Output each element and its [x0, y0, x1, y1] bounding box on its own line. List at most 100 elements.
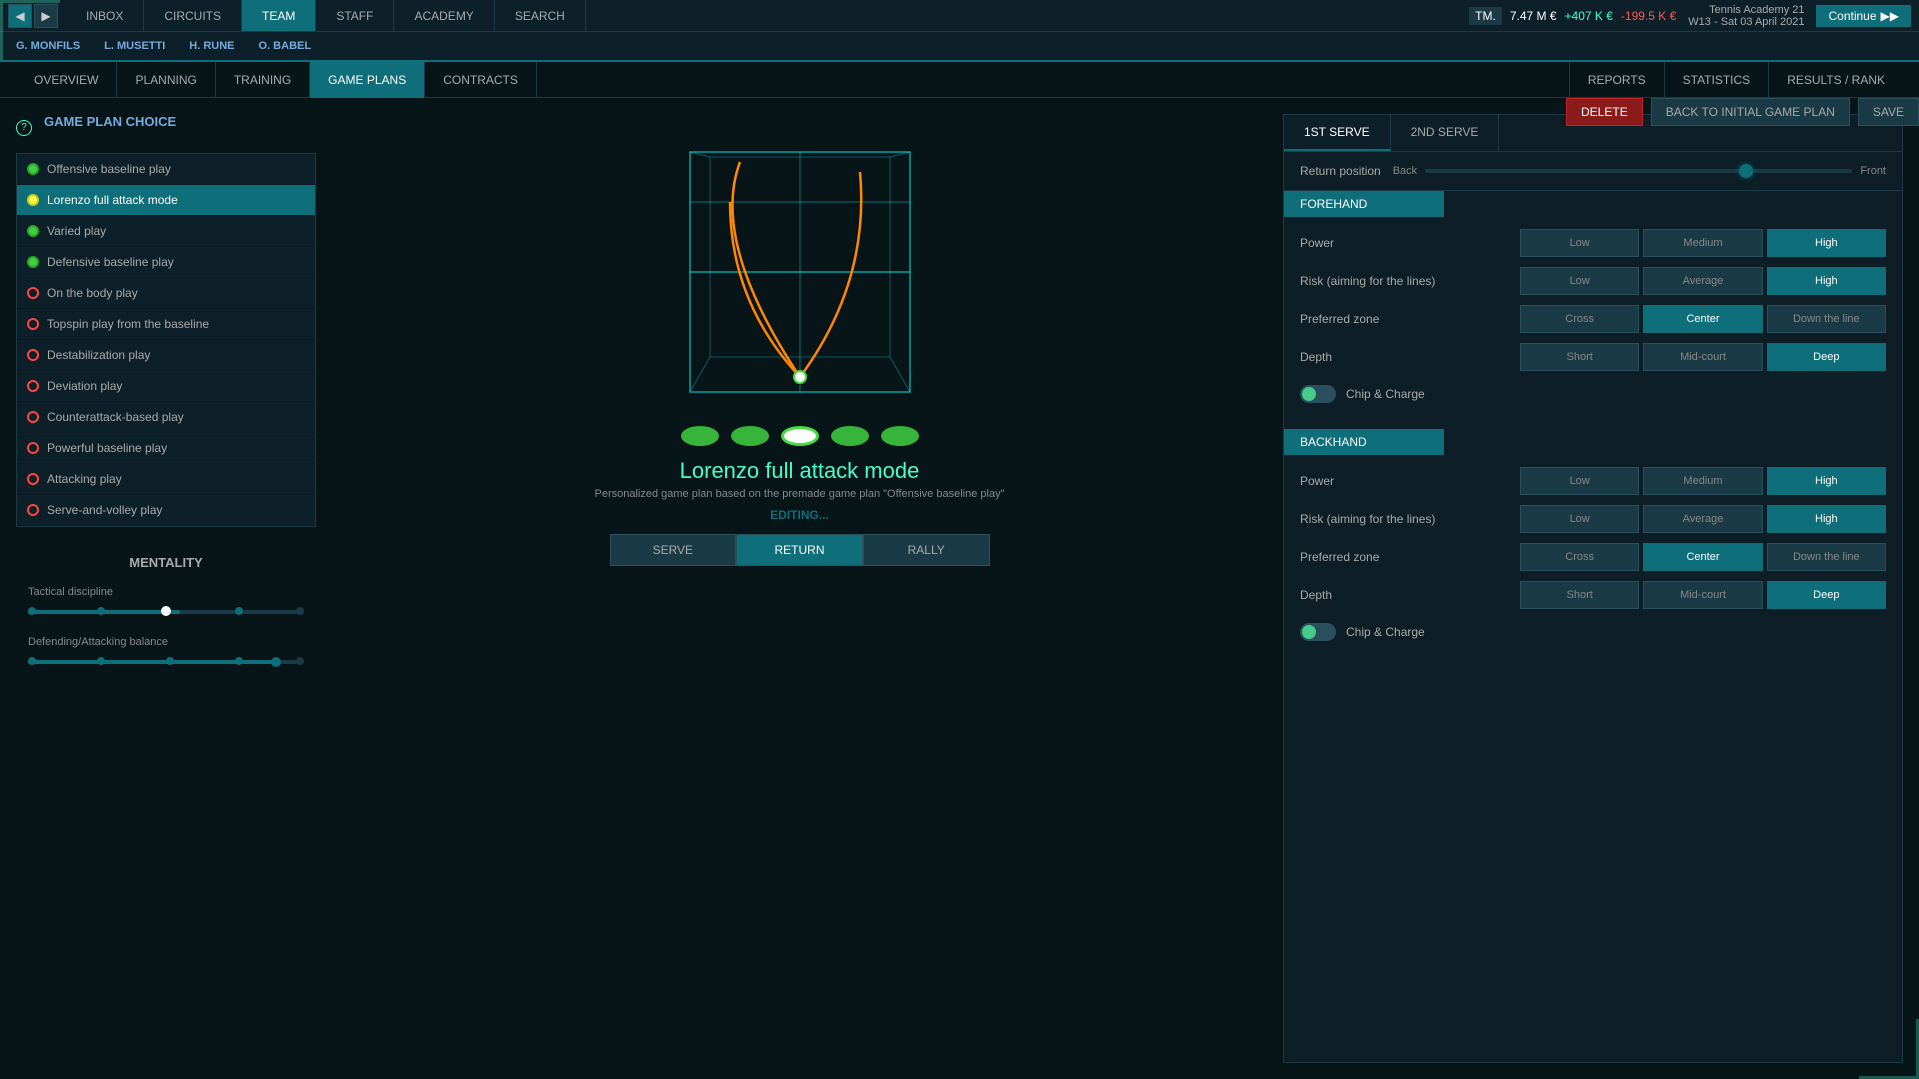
backhand-zone-cross[interactable]: Cross	[1520, 543, 1639, 571]
backhand-power-high[interactable]: High	[1767, 467, 1886, 495]
backhand-risk-label: Risk (aiming for the lines)	[1300, 512, 1520, 526]
backhand-risk-buttons: Low Average High	[1520, 505, 1886, 533]
serve-tab-2nd[interactable]: 2ND SERVE	[1391, 115, 1500, 151]
player-dot-3[interactable]	[831, 426, 869, 446]
forehand-zone-downline[interactable]: Down the line	[1767, 305, 1886, 333]
nav-tab-inbox[interactable]: Inbox	[66, 0, 144, 31]
game-plan-item-5[interactable]: Topspin play from the baseline	[17, 309, 315, 340]
action-buttons: Serve Return Rally	[610, 534, 990, 566]
subnav-tab-overview[interactable]: OVERVIEW	[16, 62, 117, 98]
nav-tab-search[interactable]: Search	[495, 0, 586, 31]
top-right: TM. 7.47 M € +407 K € -199.5 K € Tennis …	[1469, 4, 1919, 28]
backhand-zone-label: Preferred zone	[1300, 550, 1520, 564]
subnav-tab-reports[interactable]: REPORTS	[1569, 62, 1664, 98]
backhand-risk-average[interactable]: Average	[1643, 505, 1762, 533]
return-button[interactable]: Return	[736, 534, 863, 566]
backhand-risk-high[interactable]: High	[1767, 505, 1886, 533]
slider-marker-4	[296, 607, 304, 615]
return-position-row: Return position Back Front	[1284, 152, 1902, 191]
slider-marker-1	[97, 607, 105, 615]
game-plan-item-11[interactable]: Serve-and-volley play	[17, 495, 315, 526]
backhand-power-medium[interactable]: Medium	[1643, 467, 1762, 495]
nav-tab-circuits[interactable]: Circuits	[144, 0, 242, 31]
forehand-zone-center[interactable]: Center	[1643, 305, 1762, 333]
forehand-settings: Power Low Medium High Risk (aiming for t…	[1284, 217, 1902, 429]
backhand-chip-toggle[interactable]	[1300, 623, 1336, 641]
backhand-power-label: Power	[1300, 474, 1520, 488]
game-plan-item-6[interactable]: Destabilization play	[17, 340, 315, 371]
continue-button[interactable]: Continue ▶▶	[1816, 5, 1911, 27]
backhand-depth-midcourt[interactable]: Mid-court	[1643, 581, 1762, 609]
game-plan-label-2: Varied play	[47, 224, 106, 238]
nav-tab-staff[interactable]: Staff	[316, 0, 394, 31]
forehand-risk-low[interactable]: Low	[1520, 267, 1639, 295]
game-plan-item-10[interactable]: Attacking play	[17, 464, 315, 495]
save-button[interactable]: Save	[1858, 98, 1919, 126]
forehand-depth-row: Depth Short Mid-court Deep	[1300, 343, 1886, 371]
app-week: W13 - Sat 03 April 2021	[1688, 16, 1804, 28]
forehand-power-low[interactable]: Low	[1520, 229, 1639, 257]
serve-button[interactable]: Serve	[610, 534, 737, 566]
game-plan-label-0: Offensive baseline play	[47, 162, 171, 176]
forehand-risk-average[interactable]: Average	[1643, 267, 1762, 295]
backhand-settings: Power Low Medium High Risk (aiming for t…	[1284, 455, 1902, 667]
forehand-risk-label: Risk (aiming for the lines)	[1300, 274, 1520, 288]
game-plan-desc: Personalized game plan based on the prem…	[595, 488, 1005, 500]
forehand-power-medium[interactable]: Medium	[1643, 229, 1762, 257]
position-slider[interactable]	[1425, 169, 1852, 173]
player-dot-4[interactable]	[881, 426, 919, 446]
subnav-tab-training[interactable]: TRAINING	[216, 62, 310, 98]
subnav-tab-statistics[interactable]: STATISTICS	[1664, 62, 1769, 98]
player-dot-2[interactable]	[731, 426, 769, 446]
game-plan-item-4[interactable]: On the body play	[17, 278, 315, 309]
main-content: ? GAME PLAN CHOICE Delete Back to initia…	[0, 98, 1919, 1079]
subnav-tab-results[interactable]: RESULTS / RANK	[1768, 62, 1903, 98]
game-plan-item-3[interactable]: Defensive baseline play	[17, 247, 315, 278]
backhand-depth-deep[interactable]: Deep	[1767, 581, 1886, 609]
forehand-risk-high[interactable]: High	[1767, 267, 1886, 295]
player-tab-babel[interactable]: O. BABEL	[259, 40, 312, 52]
rally-button[interactable]: Rally	[863, 534, 990, 566]
forehand-zone-cross[interactable]: Cross	[1520, 305, 1639, 333]
subnav-tab-planning[interactable]: PLANNING	[117, 62, 215, 98]
game-plan-item-8[interactable]: Counterattack-based play	[17, 402, 315, 433]
backhand-zone-downline[interactable]: Down the line	[1767, 543, 1886, 571]
back-initial-button[interactable]: Back to initial game plan	[1651, 98, 1850, 126]
player-tab-musetti[interactable]: L. MUSETTI	[104, 40, 165, 52]
top-bar: ◀ ▶ Inbox Circuits Team Staff Academy Se…	[0, 0, 1919, 32]
player-dot-selected[interactable]	[781, 426, 819, 446]
forehand-depth-short[interactable]: Short	[1520, 343, 1639, 371]
dot-red-icon-11	[27, 504, 39, 516]
dot-red-icon-5	[27, 318, 39, 330]
dot-red-icon-4	[27, 287, 39, 299]
nav-tab-team[interactable]: Team	[242, 0, 316, 31]
forehand-depth-deep[interactable]: Deep	[1767, 343, 1886, 371]
tactical-discipline-slider[interactable]	[28, 604, 304, 620]
backhand-depth-short[interactable]: Short	[1520, 581, 1639, 609]
game-plan-label-10: Attacking play	[47, 472, 122, 486]
backhand-power-low[interactable]: Low	[1520, 467, 1639, 495]
forehand-chip-toggle[interactable]	[1300, 385, 1336, 403]
game-plan-item-9[interactable]: Powerful baseline play	[17, 433, 315, 464]
help-icon[interactable]: ?	[16, 120, 32, 136]
player-tab-rune[interactable]: H. RUNE	[189, 40, 234, 52]
player-dot-1[interactable]	[681, 426, 719, 446]
subnav-tab-contracts[interactable]: CONTRACTS	[425, 62, 537, 98]
forehand-depth-midcourt[interactable]: Mid-court	[1643, 343, 1762, 371]
forehand-zone-buttons: Cross Center Down the line	[1520, 305, 1886, 333]
game-plan-item-7[interactable]: Deviation play	[17, 371, 315, 402]
backhand-risk-low[interactable]: Low	[1520, 505, 1639, 533]
game-plan-item-0[interactable]: Offensive baseline play	[17, 154, 315, 185]
subnav-tab-gameplans[interactable]: GAME PLANS	[310, 62, 425, 98]
nav-tab-academy[interactable]: Academy	[394, 0, 494, 31]
defending-attacking-slider[interactable]	[28, 654, 304, 670]
delete-button[interactable]: Delete	[1566, 98, 1643, 126]
game-plan-item-1[interactable]: Lorenzo full attack mode	[17, 185, 315, 216]
serve-tab-1st[interactable]: 1ST SERVE	[1284, 115, 1391, 151]
slider-marker-8	[235, 657, 243, 665]
forehand-power-high[interactable]: High	[1767, 229, 1886, 257]
game-plan-item-2[interactable]: Varied play	[17, 216, 315, 247]
game-plan-label-3: Defensive baseline play	[47, 255, 174, 269]
tactical-discipline-group: Tactical discipline	[28, 586, 304, 620]
backhand-zone-center[interactable]: Center	[1643, 543, 1762, 571]
